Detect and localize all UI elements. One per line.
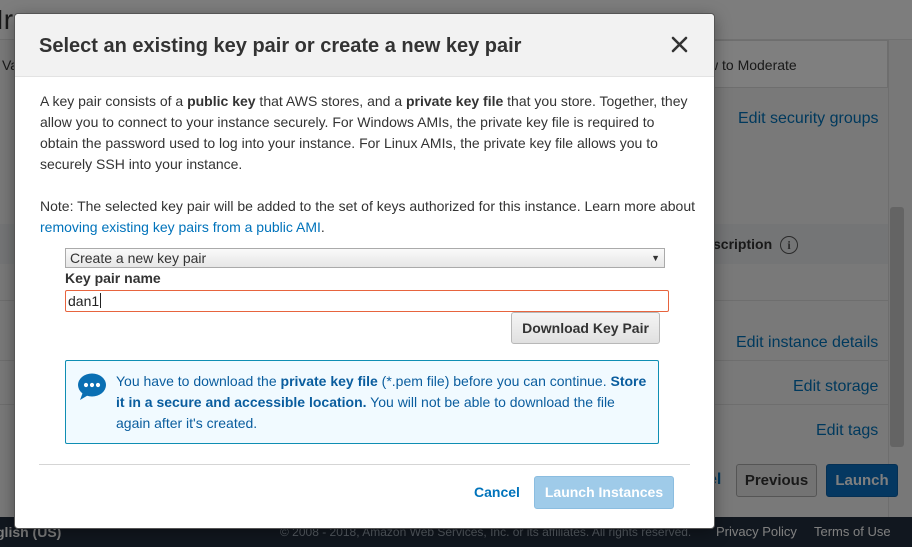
input-value: dan1 [68,293,100,309]
key-pair-option-select[interactable]: Create a new key pair ▼ [65,248,665,268]
key-pair-name-label: Key pair name [65,270,161,286]
dialog-footer-divider [39,464,690,465]
note-text: Note: The selected key pair will be adde… [40,198,696,214]
private-key-file-term: private key file [406,93,504,109]
public-key-term: public key [187,93,256,109]
intro-text: A key pair consists of a [40,93,188,109]
info-text: (*.pem file) before you can continue. [377,373,611,389]
info-text: You have to download the [116,373,281,389]
select-value: Create a new key pair [70,250,207,266]
note-text-end: . [320,219,325,235]
note-paragraph: Note: The selected key pair will be adde… [40,196,695,238]
text-caret [100,293,102,308]
key-pair-name-input[interactable]: dan1 [65,290,669,312]
launch-instances-button[interactable]: Launch Instances [534,476,674,509]
download-key-pair-button[interactable]: Download Key Pair [511,312,660,344]
dialog-body: A key pair consists of a public key that… [40,91,695,238]
close-icon[interactable] [669,34,691,56]
dropdown-arrow-icon: ▼ [651,253,660,263]
info-bold-text: private key file [280,373,378,389]
cancel-button[interactable]: Cancel [474,484,520,500]
dialog-header: Select an existing key pair or create a … [15,14,714,77]
intro-paragraph: A key pair consists of a public key that… [40,91,695,175]
download-info-box: You have to download the private key fil… [65,360,659,444]
key-pair-dialog: Select an existing key pair or create a … [14,13,715,529]
removing-key-pairs-link[interactable]: removing existing key pairs from a publi… [40,219,321,235]
info-message: You have to download the private key fil… [116,371,651,434]
dialog-title: Select an existing key pair or create a … [39,35,522,57]
intro-text: that AWS stores, and a [255,93,406,109]
speech-bubble-icon [77,373,107,406]
